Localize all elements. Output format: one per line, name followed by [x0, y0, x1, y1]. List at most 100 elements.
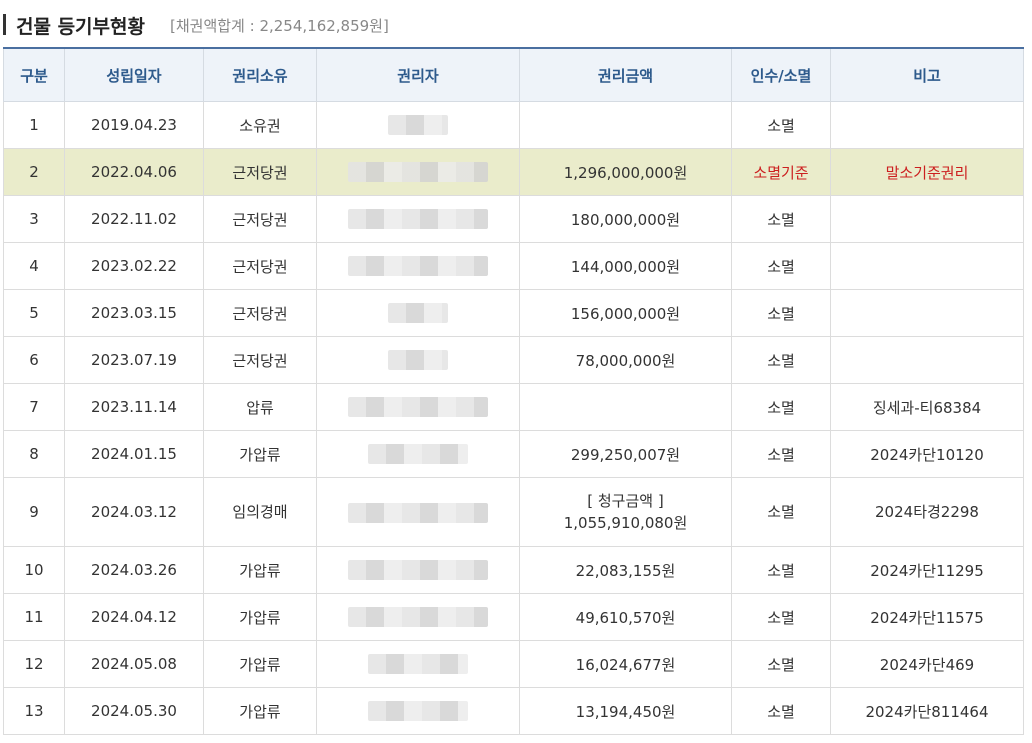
cell-amount: [ 청구금액 ] 1,055,910,080원	[519, 477, 732, 547]
cell-amount: 22,083,155원	[519, 546, 732, 594]
cell-amount: 180,000,000원	[519, 195, 732, 243]
cell-note	[830, 289, 1024, 337]
redacted-holder	[348, 209, 488, 229]
table-row: 5 2023.03.15 근저당권 156,000,000원 소멸	[3, 289, 1024, 337]
cell-status: 소멸	[731, 546, 831, 594]
table-row-baseline: 2 2022.04.06 근저당권 1,296,000,000원 소멸기준 말소…	[3, 148, 1024, 196]
cell-no: 9	[3, 477, 65, 547]
redacted-holder	[348, 502, 488, 523]
cell-date: 2022.11.02	[64, 195, 204, 243]
cell-type: 근저당권	[203, 148, 317, 196]
cell-type: 근저당권	[203, 195, 317, 243]
table-row: 12 2024.05.08 가압류 16,024,677원 소멸 2024카단4…	[3, 640, 1024, 688]
cell-type: 근저당권	[203, 336, 317, 384]
table-row: 7 2023.11.14 압류 소멸 징세과-티68384	[3, 383, 1024, 431]
redacted-holder	[348, 162, 488, 182]
cell-date: 2024.03.12	[64, 477, 204, 547]
cell-holder	[316, 289, 520, 337]
cell-holder	[316, 430, 520, 478]
redacted-holder	[388, 115, 448, 135]
cell-amount: 156,000,000원	[519, 289, 732, 337]
cell-no: 1	[3, 101, 65, 149]
cell-status: 소멸	[731, 430, 831, 478]
cell-date: 2024.05.30	[64, 687, 204, 735]
col-header-amount: 권리금액	[519, 47, 732, 102]
col-header-note: 비고	[830, 47, 1024, 102]
cell-holder	[316, 687, 520, 735]
cell-amount: 1,296,000,000원	[519, 148, 732, 196]
cell-note	[830, 101, 1024, 149]
cell-date: 2023.02.22	[64, 242, 204, 290]
col-header-no: 구분	[3, 47, 65, 102]
cell-amount: 144,000,000원	[519, 242, 732, 290]
cell-date: 2019.04.23	[64, 101, 204, 149]
cell-note: 2024카단11575	[830, 593, 1024, 641]
cell-amount: 13,194,450원	[519, 687, 732, 735]
cell-note	[830, 242, 1024, 290]
cell-holder	[316, 546, 520, 594]
table-row: 9 2024.03.12 임의경매 [ 청구금액 ] 1,055,910,080…	[3, 477, 1024, 547]
cell-type: 가압류	[203, 430, 317, 478]
cell-no: 7	[3, 383, 65, 431]
cell-status: 소멸	[731, 289, 831, 337]
cell-holder	[316, 593, 520, 641]
cell-no: 4	[3, 242, 65, 290]
cell-date: 2022.04.06	[64, 148, 204, 196]
col-header-right-type: 권리소유	[203, 47, 317, 102]
cell-date: 2024.04.12	[64, 593, 204, 641]
cell-holder	[316, 148, 520, 196]
table-row: 10 2024.03.26 가압류 22,083,155원 소멸 2024카단1…	[3, 546, 1024, 594]
cell-date: 2024.03.26	[64, 546, 204, 594]
cell-status: 소멸기준	[731, 148, 831, 196]
cell-note: 2024카단11295	[830, 546, 1024, 594]
cell-status: 소멸	[731, 195, 831, 243]
claim-total-summary: [채권액합계 : 2,254,162,859원]	[170, 17, 389, 35]
cell-no: 12	[3, 640, 65, 688]
redacted-holder	[368, 701, 468, 721]
cell-date: 2023.03.15	[64, 289, 204, 337]
cell-amount: 16,024,677원	[519, 640, 732, 688]
redacted-holder	[368, 654, 468, 674]
col-header-status: 인수/소멸	[731, 47, 831, 102]
cell-holder	[316, 336, 520, 384]
col-header-right-holder: 권리자	[316, 47, 520, 102]
cell-date: 2024.01.15	[64, 430, 204, 478]
cell-status: 소멸	[731, 101, 831, 149]
cell-type: 가압류	[203, 593, 317, 641]
table-row: 6 2023.07.19 근저당권 78,000,000원 소멸	[3, 336, 1024, 384]
cell-note: 징세과-티68384	[830, 383, 1024, 431]
cell-amount: 49,610,570원	[519, 593, 732, 641]
cell-no: 10	[3, 546, 65, 594]
cell-note: 말소기준권리	[830, 148, 1024, 196]
cell-type: 임의경매	[203, 477, 317, 547]
cell-type: 가압류	[203, 687, 317, 735]
cell-date: 2023.11.14	[64, 383, 204, 431]
cell-status: 소멸	[731, 242, 831, 290]
section-header: 건물 등기부현황 [채권액합계 : 2,254,162,859원]	[0, 0, 1032, 48]
cell-amount	[519, 383, 732, 431]
redacted-holder	[348, 607, 488, 627]
cell-type: 가압류	[203, 546, 317, 594]
cell-note: 2024카단811464	[830, 687, 1024, 735]
registry-table: 구분 성립일자 권리소유 권리자 권리금액 인수/소멸 비고 1 2019.04…	[3, 47, 1024, 735]
claim-amount-value: 1,055,910,080원	[563, 514, 688, 532]
table-row: 13 2024.05.30 가압류 13,194,450원 소멸 2024카단8…	[3, 687, 1024, 735]
cell-status: 소멸	[731, 383, 831, 431]
cell-date: 2023.07.19	[64, 336, 204, 384]
cell-note	[830, 336, 1024, 384]
cell-status: 소멸	[731, 640, 831, 688]
cell-no: 8	[3, 430, 65, 478]
cell-type: 소유권	[203, 101, 317, 149]
table-row: 3 2022.11.02 근저당권 180,000,000원 소멸	[3, 195, 1024, 243]
cell-holder	[316, 242, 520, 290]
table-header-row: 구분 성립일자 권리소유 권리자 권리금액 인수/소멸 비고	[3, 47, 1024, 102]
cell-no: 11	[3, 593, 65, 641]
cell-status: 소멸	[731, 336, 831, 384]
redacted-holder	[348, 397, 488, 417]
redacted-holder	[388, 350, 448, 370]
table-row: 11 2024.04.12 가압류 49,610,570원 소멸 2024카단1…	[3, 593, 1024, 641]
page-title: 건물 등기부현황	[16, 16, 145, 38]
cell-status: 소멸	[731, 687, 831, 735]
cell-holder	[316, 195, 520, 243]
cell-type: 압류	[203, 383, 317, 431]
